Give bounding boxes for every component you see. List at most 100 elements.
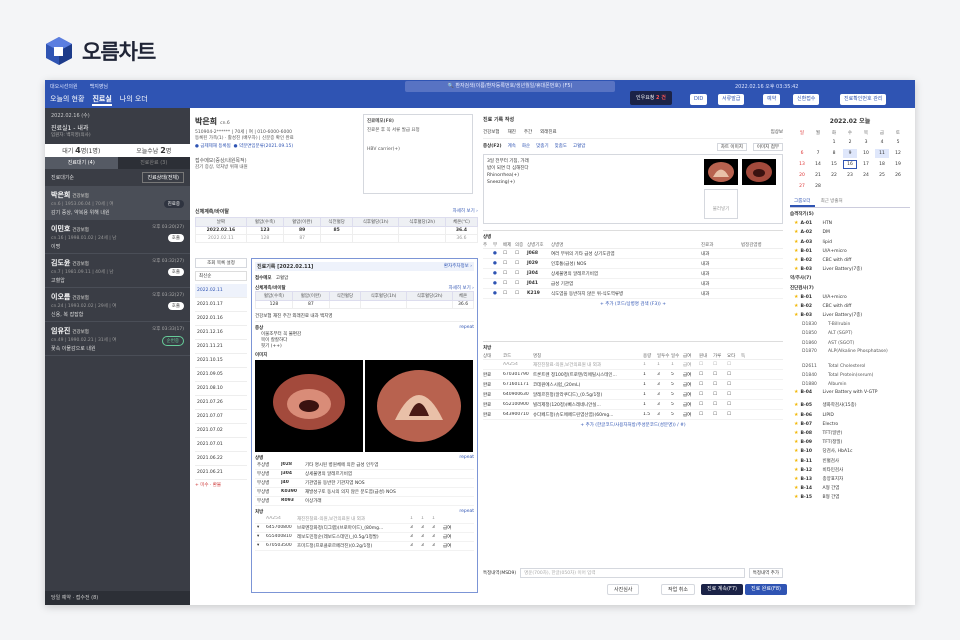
history-footer[interactable]: + 미수 · 환불 xyxy=(195,482,247,488)
calendar-day[interactable]: 18 xyxy=(875,160,889,169)
star-icon[interactable]: ★ xyxy=(794,421,798,427)
dx-row[interactable]: ● ☐ ☐ J304 상세불명의 알레르기비염 내과 xyxy=(483,269,783,279)
patient-call-button[interactable]: 호출 xyxy=(167,234,184,242)
suspect-checkbox[interactable]: ☐ xyxy=(515,281,527,287)
rx-checkbox[interactable]: ☐ xyxy=(699,362,713,368)
star-icon[interactable]: ★ xyxy=(794,312,798,318)
patient-item[interactable]: 김도윤 건강보험 cn.7 | 1981.09.11 | 40세 | 남 고혈압 오후 … xyxy=(45,254,190,288)
calendar-day[interactable]: 23 xyxy=(843,171,857,180)
tab-group-order[interactable]: 그룹오더 xyxy=(790,197,815,207)
star-icon[interactable]: ★ xyxy=(794,294,798,300)
queue-sort[interactable]: 진료대기순 xyxy=(51,174,74,181)
special-add-button[interactable]: 특정내역 추가 xyxy=(748,568,783,578)
order-item[interactable]: ★ B-04 Liver Battery with V-GTP xyxy=(790,389,910,401)
finish-button[interactable]: 진료 완료(F8) xyxy=(745,584,787,595)
attach-placeholder[interactable]: 불러넣기 xyxy=(704,189,738,219)
calendar-day[interactable]: 14 xyxy=(811,160,825,169)
star-icon[interactable]: ★ xyxy=(794,303,798,309)
calendar-title[interactable]: 2022.02 오늘 xyxy=(790,116,910,125)
star-icon[interactable]: ★ xyxy=(794,389,798,395)
exclude-checkbox[interactable]: ☐ xyxy=(503,291,515,297)
user-name[interactable]: 백지영님 xyxy=(90,83,108,90)
order-item[interactable]: ★ B-01 U/A+micro xyxy=(790,293,910,302)
cancel-button[interactable]: 작업 취소 xyxy=(661,584,695,595)
calendar-day[interactable]: 1 xyxy=(827,138,841,147)
calendar-day[interactable] xyxy=(811,138,825,147)
exclude-checkbox[interactable]: ☐ xyxy=(503,251,515,257)
calendar-day[interactable] xyxy=(859,182,873,191)
tab-today[interactable]: 오늘의 현황 xyxy=(50,94,84,106)
rx-checkbox[interactable]: ☐ xyxy=(713,402,727,408)
chart-image-button[interactable]: 차트 이미지 xyxy=(716,143,747,151)
calendar-day[interactable]: 15 xyxy=(827,160,841,169)
history-date-item[interactable]: 2021.09.05 xyxy=(195,368,247,382)
order-item[interactable]: ★ B-10 당검사, HbA1c xyxy=(790,447,910,456)
calendar-day[interactable]: 9 xyxy=(843,149,857,158)
rx-checkbox[interactable]: ☐ xyxy=(699,412,713,418)
calendar-day[interactable]: 27 xyxy=(795,182,809,191)
rx-checkbox[interactable]: ☐ xyxy=(727,372,741,378)
sub-dx-radio[interactable]: ● xyxy=(493,271,503,277)
history-date-item[interactable]: 2021.06.22 xyxy=(195,452,247,466)
status-filter-select[interactable]: 진료상태(전체) xyxy=(142,172,184,183)
record-sx-repeat[interactable]: repeat xyxy=(459,325,474,331)
main-dx-radio[interactable] xyxy=(483,291,493,297)
history-date-item[interactable]: 2021.01.17 xyxy=(195,298,247,312)
calendar-day[interactable] xyxy=(795,138,809,147)
order-item[interactable]: ★ B-06 LIPID xyxy=(790,411,910,420)
calendar-day[interactable]: 7 xyxy=(811,149,825,158)
tab-waiting[interactable]: 진료대기 (4) xyxy=(45,157,118,169)
order-item[interactable]: ★ B-01 U/A+micro xyxy=(790,247,910,256)
photo-review-button[interactable]: 사진심사 xyxy=(607,584,640,595)
patient-search-input[interactable]: 🔍 환자검색(이름/환자등록번호/생년월일/휴대폰번호) (F5) xyxy=(405,81,615,92)
star-icon[interactable]: ★ xyxy=(794,412,798,418)
tab-clinic[interactable]: 진료실 xyxy=(92,94,112,106)
calendar-day[interactable]: 19 xyxy=(891,160,905,169)
dx-add-row[interactable]: + 추가 (코드/상병명 검색 (F3)) + xyxy=(483,301,783,307)
dx-row[interactable]: ● ☐ ☐ J068 여러 부위의 기타 급성 상기도감염 내과 xyxy=(483,249,783,259)
history-sort[interactable]: 최신순 xyxy=(195,271,247,281)
order-item[interactable]: ★ A-03 lipid xyxy=(790,238,910,247)
star-icon[interactable]: ★ xyxy=(794,248,798,254)
emergency-request-button[interactable]: 인우요청 2 건 xyxy=(630,91,672,105)
history-date-item[interactable]: 2021.07.01 xyxy=(195,438,247,452)
order-item[interactable]: ★ B-05 생화학검사(15종) xyxy=(790,401,910,410)
star-icon[interactable]: ★ xyxy=(794,448,798,454)
suspect-checkbox[interactable]: ☐ xyxy=(515,261,527,267)
rx-checkbox[interactable]: ☐ xyxy=(727,382,741,388)
record-link[interactable]: 환자주차정보 › xyxy=(444,263,472,270)
reservation-footer[interactable]: 당일 예약 · 접수전 (8) xyxy=(45,591,190,605)
calendar-day[interactable]: 10 xyxy=(859,149,873,158)
note-image-2[interactable] xyxy=(742,159,776,185)
tab-recent-order[interactable]: 최근 방출처 xyxy=(817,197,847,207)
lab-item[interactable]: D1850 ALT (SGPT) xyxy=(790,329,910,338)
sub-dx-radio[interactable]: ● xyxy=(493,291,503,297)
dx-row[interactable]: ● ☐ ☐ J029 인후통(급성) NOS 내과 xyxy=(483,259,783,269)
calendar-day[interactable] xyxy=(875,182,889,191)
lab-item[interactable]: D1860 AST (SGOT) xyxy=(790,339,910,348)
lab-item[interactable]: D1870 ALP(Alkaline Phosphatase) xyxy=(790,348,910,362)
rx-row[interactable]: 완료 671601171 코데원에스시럽_(20mL) 1 3 5 급여 ☐ ☐ ☐ xyxy=(483,380,783,390)
patient-item[interactable]: 임유진 건강보험 cn.49 | 1990.02.21 | 31세 | 여 꽃속 이물… xyxy=(45,322,190,356)
star-icon[interactable]: ★ xyxy=(794,494,798,500)
patient-item[interactable]: 이오름 건강보험 cn.24 | 1993.02.02 | 29세 | 여 신용, 복… xyxy=(45,288,190,322)
lab-item[interactable]: D1880 Albumin xyxy=(790,380,910,389)
rx-row[interactable]: 완료 643900710 슈다페드정(슈도에페드린염산염)(60mg... 1.5 3 5… xyxy=(483,410,783,420)
sx-tool-0[interactable]: 계속 xyxy=(508,143,516,151)
dx-row[interactable]: ● ☐ ☐ K219 식도염을 동반하지 않은 위-식도역류병 내과 xyxy=(483,289,783,299)
rx-row[interactable]: 완료 640900630 알레르진정(알라쿠디드)_(0.5g/1정) 1 3 5 급여 ☐ ☐… xyxy=(483,390,783,400)
rx-add-row[interactable]: + 추가 (한글코드/사용자처방/주성분코드(성분명)) / #) xyxy=(483,422,783,428)
suspect-checkbox[interactable]: ☐ xyxy=(515,291,527,297)
order-item[interactable]: ★ B-09 TFT(정밀) xyxy=(790,438,910,447)
rx-checkbox[interactable]: ☐ xyxy=(699,372,713,378)
main-dx-radio[interactable] xyxy=(483,261,493,267)
order-item[interactable]: ★ B-02 CBC with diff xyxy=(790,302,910,311)
exclude-checkbox[interactable]: ☐ xyxy=(503,261,515,267)
rx-row[interactable]: AA254 재진진찰료-의원,보건의료원 내 외과 1 1 1 급여 ☐ ☐ ☐ xyxy=(483,360,783,370)
order-item[interactable]: ★ A-02 DM xyxy=(790,228,910,237)
image-attach-button[interactable]: 이미지 첨부 xyxy=(752,143,783,151)
continue-button[interactable]: 진료 계속(F7) xyxy=(701,584,743,595)
star-icon[interactable]: ★ xyxy=(794,467,798,473)
order-group-title[interactable]: 진단검사(7) xyxy=(790,284,910,293)
history-date-item[interactable]: 2022.01.16 xyxy=(195,312,247,326)
